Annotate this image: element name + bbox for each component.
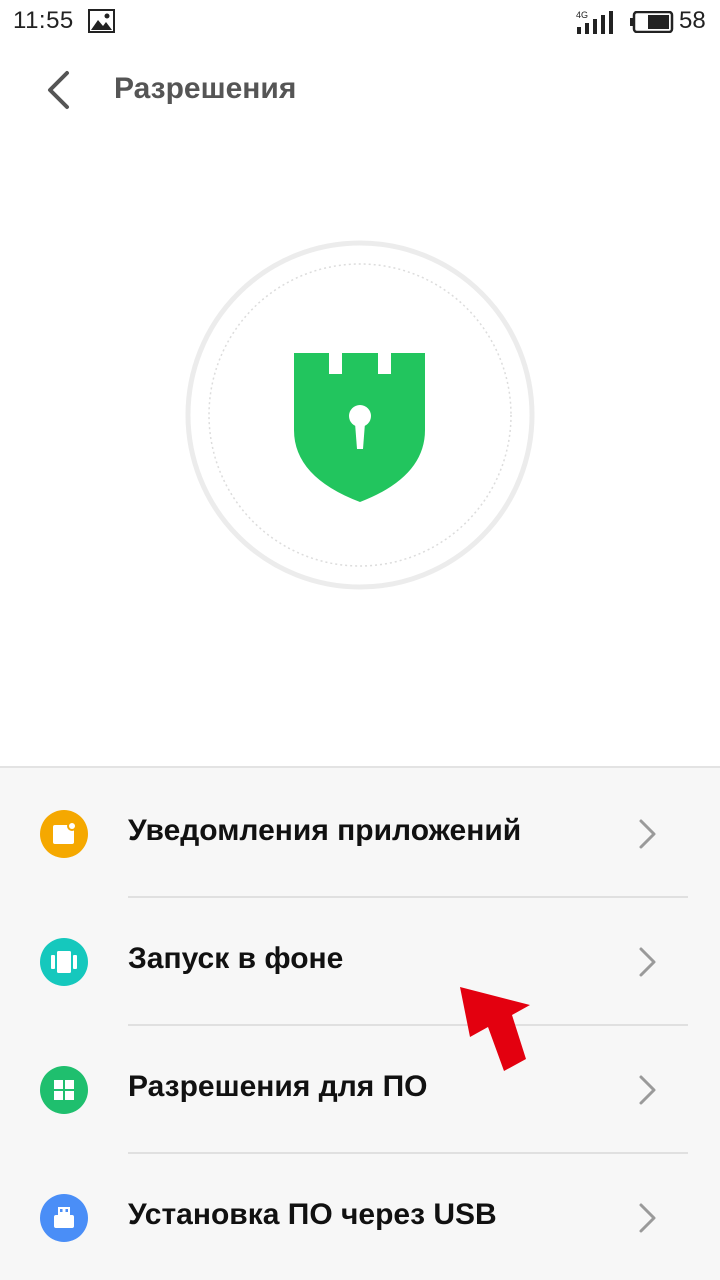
chevron-right-icon xyxy=(639,1203,656,1233)
status-bar: 11:55 4G 58 xyxy=(0,0,720,44)
notification-icon xyxy=(40,810,88,858)
page-title: Разрешения xyxy=(114,72,297,105)
chevron-left-icon xyxy=(48,71,69,109)
list-item-label: Разрешения для ПО xyxy=(128,1070,428,1103)
chevron-right-icon xyxy=(639,819,656,849)
list-item-label: Установка ПО через USB xyxy=(128,1198,497,1231)
shield-lock-icon xyxy=(185,240,535,590)
usb-icon xyxy=(40,1194,88,1242)
list-item-label: Уведомления приложений xyxy=(128,814,522,847)
status-time: 11:55 xyxy=(13,7,74,34)
battery-percent: 58 xyxy=(679,7,706,34)
list-item-background-run[interactable]: Запуск в фоне xyxy=(0,898,720,1026)
signal-icon: 4G xyxy=(576,10,613,34)
battery-icon xyxy=(630,11,674,33)
app-header: Разрешения xyxy=(0,44,720,136)
hero-illustration xyxy=(185,240,535,590)
background-run-icon xyxy=(40,938,88,986)
app-grid-icon xyxy=(40,1066,88,1114)
list-item-app-notifications[interactable]: Уведомления приложений xyxy=(0,770,720,898)
chevron-right-icon xyxy=(639,947,656,977)
list-item-usb-install[interactable]: Установка ПО через USB xyxy=(0,1154,720,1280)
chevron-right-icon xyxy=(639,1075,656,1105)
back-button[interactable] xyxy=(28,64,88,116)
image-notification-icon xyxy=(88,9,115,33)
settings-list: Уведомления приложений Запуск в фоне Раз… xyxy=(0,766,720,1280)
network-type: 4G xyxy=(576,10,588,20)
permissions-screen: 11:55 4G 58 Разрешения Уведомления прило… xyxy=(0,0,720,1280)
list-item-label: Запуск в фоне xyxy=(128,942,344,975)
list-item-app-permissions[interactable]: Разрешения для ПО xyxy=(0,1026,720,1154)
